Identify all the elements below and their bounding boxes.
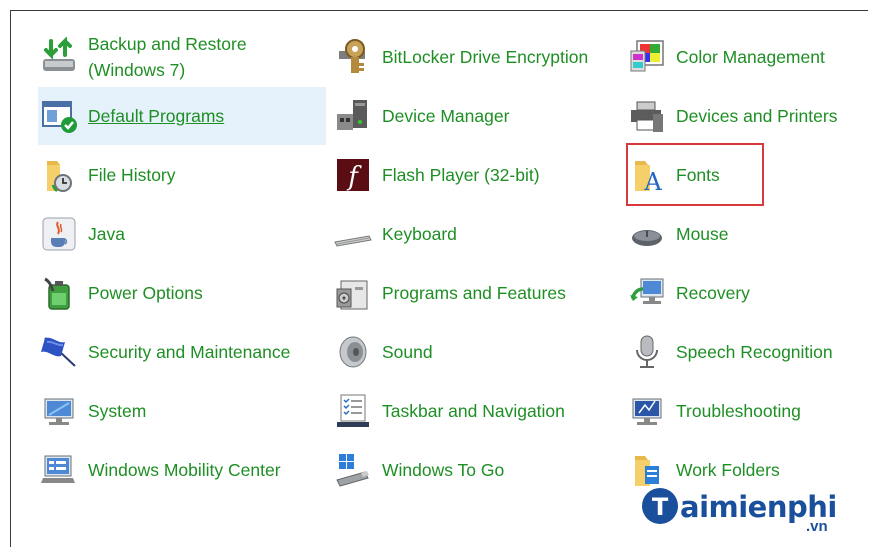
- devices-printers-icon: [626, 95, 668, 137]
- taimienphi-logo: T aimienphi .vn: [640, 486, 840, 536]
- item-bitlocker[interactable]: BitLocker Drive Encryption: [332, 28, 620, 86]
- item-label: Security and Maintenance: [88, 342, 291, 362]
- item-label: Taskbar and Navigation: [382, 401, 565, 421]
- item-device-manager[interactable]: Device Manager: [332, 87, 620, 145]
- work-folders-icon: [626, 449, 668, 491]
- item-mouse[interactable]: Mouse: [626, 205, 866, 263]
- usb-drive-icon: [332, 449, 374, 491]
- logo-tld-text: .vn: [806, 518, 828, 535]
- item-backup-restore[interactable]: Backup and Restore (Windows 7): [38, 28, 326, 86]
- power-options-icon: [38, 272, 80, 314]
- security-flag-icon: [38, 331, 80, 373]
- speaker-icon: [332, 331, 374, 373]
- item-programs-features[interactable]: Programs and Features: [332, 264, 620, 322]
- recovery-icon: [626, 272, 668, 314]
- item-keyboard[interactable]: Keyboard: [332, 205, 620, 263]
- bitlocker-icon: [332, 36, 374, 78]
- item-file-history[interactable]: File History: [38, 146, 326, 204]
- item-label: Backup and Restore (Windows 7): [88, 34, 247, 80]
- item-default-programs[interactable]: Default Programs: [38, 87, 326, 145]
- color-management-icon: [626, 36, 668, 78]
- item-label: Recovery: [676, 283, 750, 303]
- item-label: Java: [88, 224, 125, 244]
- item-label: Work Folders: [676, 460, 780, 480]
- java-icon: [38, 213, 80, 255]
- item-security-maintenance[interactable]: Security and Maintenance: [38, 323, 326, 381]
- mobility-center-icon: [38, 449, 80, 491]
- item-devices-printers[interactable]: Devices and Printers: [626, 87, 866, 145]
- item-label: Windows Mobility Center: [88, 460, 281, 480]
- item-sound[interactable]: Sound: [332, 323, 620, 381]
- item-label: Device Manager: [382, 106, 510, 126]
- flash-player-icon: f: [332, 154, 374, 196]
- file-history-icon: [38, 154, 80, 196]
- item-speech-recognition[interactable]: Speech Recognition: [626, 323, 866, 381]
- device-manager-icon: [332, 95, 374, 137]
- item-troubleshooting[interactable]: Troubleshooting: [626, 382, 866, 440]
- item-label: Power Options: [88, 283, 203, 303]
- item-label: Sound: [382, 342, 433, 362]
- item-color-management[interactable]: Color Management: [626, 28, 866, 86]
- item-power-options[interactable]: Power Options: [38, 264, 326, 322]
- taskbar-icon: [332, 390, 374, 432]
- fonts-highlight-box: [626, 143, 764, 206]
- svg-text:T: T: [652, 493, 669, 521]
- keyboard-icon: [332, 213, 374, 255]
- item-mobility-center[interactable]: Windows Mobility Center: [38, 441, 326, 499]
- item-label: BitLocker Drive Encryption: [382, 47, 589, 67]
- taimienphi-logo-mark-icon: T: [642, 488, 678, 524]
- troubleshooting-icon: [626, 390, 668, 432]
- system-monitor-icon: [38, 390, 80, 432]
- item-label: Color Management: [676, 47, 825, 67]
- item-taskbar-navigation[interactable]: Taskbar and Navigation: [332, 382, 620, 440]
- item-label: Mouse: [676, 224, 729, 244]
- item-label: Keyboard: [382, 224, 457, 244]
- item-label: Programs and Features: [382, 283, 566, 303]
- item-label: System: [88, 401, 147, 421]
- item-label: Flash Player (32-bit): [382, 165, 540, 185]
- item-recovery[interactable]: Recovery: [626, 264, 866, 322]
- item-label: Devices and Printers: [676, 106, 838, 126]
- microphone-icon: [626, 331, 668, 373]
- default-programs-icon: [38, 95, 80, 137]
- item-label: Windows To Go: [382, 460, 505, 480]
- backup-restore-icon: [38, 36, 80, 78]
- programs-features-icon: [332, 272, 374, 314]
- item-label: Default Programs: [88, 106, 225, 126]
- item-java[interactable]: Java: [38, 205, 326, 263]
- item-label: File History: [88, 165, 176, 185]
- item-flash-player[interactable]: f Flash Player (32-bit): [332, 146, 620, 204]
- item-label: Troubleshooting: [676, 401, 801, 421]
- item-windows-to-go[interactable]: Windows To Go: [332, 441, 620, 499]
- mouse-icon: [626, 213, 668, 255]
- item-system[interactable]: System: [38, 382, 326, 440]
- item-label: Speech Recognition: [676, 342, 833, 362]
